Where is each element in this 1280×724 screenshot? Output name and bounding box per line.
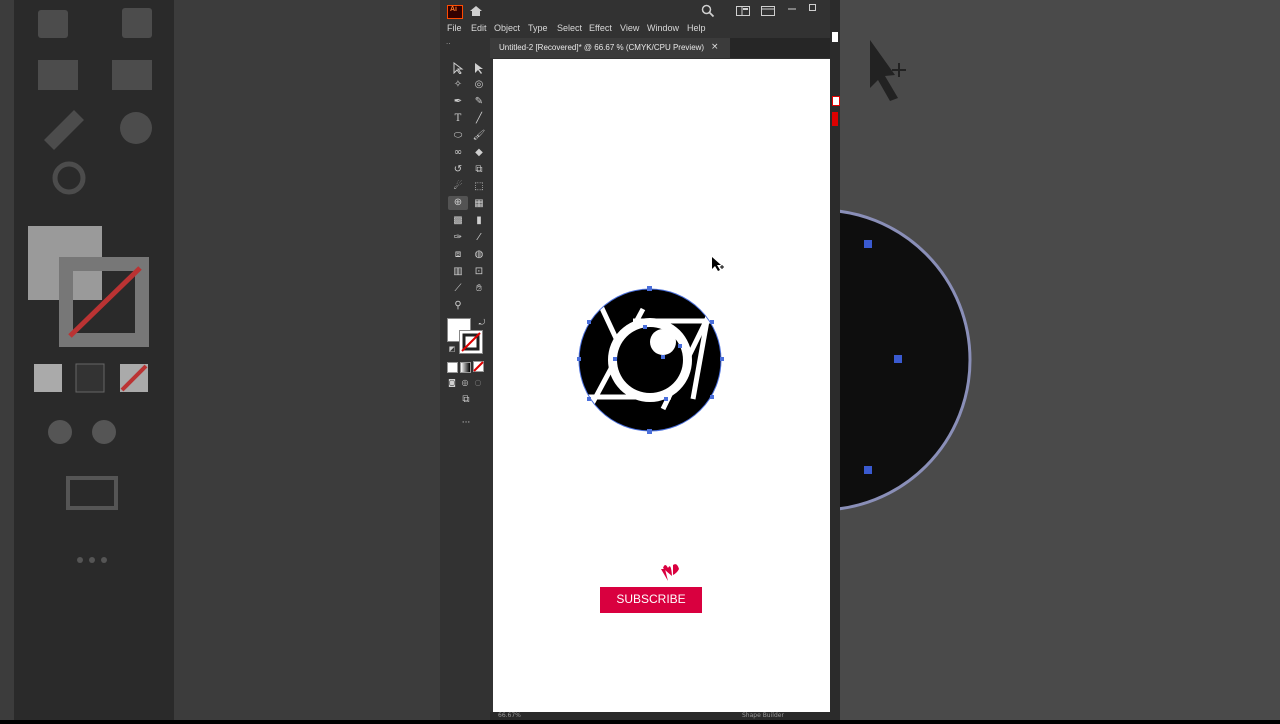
scale-tool-icon[interactable]: ⧉ bbox=[471, 163, 487, 177]
cursor-arrow-icon bbox=[712, 257, 721, 271]
column-graph-tool-icon[interactable]: ▥ bbox=[450, 265, 466, 279]
zoom-level[interactable]: 66.67% bbox=[498, 712, 521, 719]
pen-tool-icon[interactable]: ✒ bbox=[450, 95, 466, 109]
perspective-grid-tool-icon[interactable]: ▦ bbox=[471, 197, 487, 211]
status-bar: 66.67% Shape Builder bbox=[490, 712, 830, 720]
slice-tool-icon[interactable]: ⟋ bbox=[450, 282, 466, 296]
line-tool-icon[interactable]: ╱ bbox=[471, 112, 487, 126]
close-tab-icon[interactable]: × bbox=[711, 42, 719, 52]
artboard-canvas[interactable] bbox=[493, 59, 830, 712]
background-toolbar-zoom bbox=[14, 0, 174, 720]
gradient-tool-icon[interactable]: ▮ bbox=[471, 214, 487, 228]
title-bar: Ai bbox=[440, 0, 840, 20]
panel-swatch-red[interactable] bbox=[832, 112, 838, 126]
blend-tool-icon[interactable]: ⧈ bbox=[450, 248, 466, 262]
eraser-tool-icon[interactable]: ◆ bbox=[471, 146, 487, 160]
app-logo-text: Ai bbox=[450, 6, 457, 13]
maximize-icon[interactable] bbox=[809, 4, 817, 12]
direct-selection-tool-icon[interactable] bbox=[473, 62, 485, 74]
tools-panel: ·· ✧ ◎ ✒ ✎ T ╱ ⬭ 🖌︎ ∞ ◆ ↺ ⧉ ☄ ⬚ ⊕ ▦ ▩ ▮ … bbox=[446, 40, 488, 440]
minimize-icon[interactable] bbox=[788, 8, 796, 11]
panel-grip-icon[interactable]: ·· bbox=[446, 40, 450, 48]
menu-window[interactable]: Window bbox=[647, 23, 679, 33]
shaper-tool-icon[interactable]: ∞ bbox=[450, 146, 466, 160]
menu-help[interactable]: Help bbox=[687, 23, 706, 33]
current-tool-name: Shape Builder bbox=[742, 712, 784, 719]
zoom-tool-icon[interactable]: ⚲ bbox=[450, 299, 466, 313]
ellipse-tool-icon[interactable]: ⬭ bbox=[450, 129, 466, 143]
artboard-tool-icon[interactable]: ⊡ bbox=[471, 265, 487, 279]
menu-view[interactable]: View bbox=[620, 23, 639, 33]
free-transform-tool-icon[interactable]: ⬚ bbox=[471, 180, 487, 194]
background-canvas-zoom bbox=[668, 40, 972, 512]
swap-fill-stroke-icon[interactable]: ⤾ bbox=[474, 316, 490, 330]
panel-swatch-white[interactable] bbox=[832, 32, 838, 42]
menu-bar: File Edit Object Type Select Effect View… bbox=[440, 20, 840, 38]
search-icon[interactable] bbox=[701, 4, 715, 18]
document-tab[interactable]: Untitled-2 [Recovered]* @ 66.67 % (CMYK/… bbox=[490, 38, 730, 58]
default-fill-stroke-icon[interactable]: ◩ bbox=[444, 342, 460, 356]
draw-inside-icon[interactable]: ○ bbox=[470, 376, 486, 390]
warp-tool-icon[interactable]: ☄ bbox=[450, 180, 466, 194]
curvature-tool-icon[interactable]: ✎ bbox=[471, 95, 487, 109]
document-tab-title: Untitled-2 [Recovered]* @ 66.67 % (CMYK/… bbox=[499, 43, 705, 52]
mesh-tool-icon[interactable]: ▩ bbox=[450, 214, 466, 228]
subscribe-button[interactable]: SUBSCRIBE bbox=[600, 587, 702, 613]
menu-type[interactable]: Type bbox=[528, 23, 548, 33]
menu-select[interactable]: Select bbox=[557, 23, 582, 33]
symbol-sprayer-tool-icon[interactable]: ◍ bbox=[471, 248, 487, 262]
background-blur-right bbox=[668, 0, 1280, 720]
camera-shutter-artwork[interactable] bbox=[493, 59, 830, 712]
gradient-mode-icon[interactable] bbox=[460, 362, 471, 373]
background-blur-left bbox=[0, 0, 440, 720]
type-tool-icon[interactable]: T bbox=[450, 112, 466, 126]
right-panel-strip bbox=[830, 0, 840, 720]
stroke-none-icon bbox=[461, 332, 481, 352]
workspace-switcher-icon[interactable] bbox=[736, 6, 750, 16]
illustrator-window: Ai File Edit Object Type Select Effect V… bbox=[440, 0, 840, 720]
app-logo: Ai bbox=[447, 5, 463, 19]
menu-effect[interactable]: Effect bbox=[589, 23, 612, 33]
hand-tool-icon[interactable]: ✋︎ bbox=[471, 282, 487, 296]
menu-file[interactable]: File bbox=[447, 23, 462, 33]
eyedropper-tool-icon[interactable]: ✑ bbox=[450, 231, 466, 245]
magic-wand-tool-icon[interactable]: ✧ bbox=[450, 78, 466, 92]
menu-edit[interactable]: Edit bbox=[471, 23, 487, 33]
lasso-tool-icon[interactable]: ◎ bbox=[471, 78, 487, 92]
color-mode-icon[interactable] bbox=[447, 362, 458, 373]
measure-tool-icon[interactable]: ⁄ bbox=[471, 231, 487, 245]
selection-tool-icon[interactable] bbox=[452, 62, 464, 74]
panel-swatch-none[interactable] bbox=[832, 96, 840, 106]
shape-builder-tool-icon[interactable]: ⊕ bbox=[448, 196, 468, 210]
document-tab-bar: Untitled-2 [Recovered]* @ 66.67 % (CMYK/… bbox=[490, 38, 830, 58]
stroke-swatch[interactable] bbox=[459, 330, 483, 354]
paintbrush-tool-icon[interactable]: 🖌︎ bbox=[471, 129, 487, 143]
menu-object[interactable]: Object bbox=[494, 23, 520, 33]
edit-toolbar-icon[interactable]: ··· bbox=[458, 416, 474, 430]
arrange-documents-icon[interactable] bbox=[761, 6, 775, 16]
rotate-tool-icon[interactable]: ↺ bbox=[450, 163, 466, 177]
none-mode-icon[interactable] bbox=[473, 361, 484, 372]
screen-mode-icon[interactable]: ⧉ bbox=[458, 393, 474, 407]
home-icon[interactable] bbox=[469, 5, 483, 17]
background-tool-icons bbox=[28, 8, 152, 563]
